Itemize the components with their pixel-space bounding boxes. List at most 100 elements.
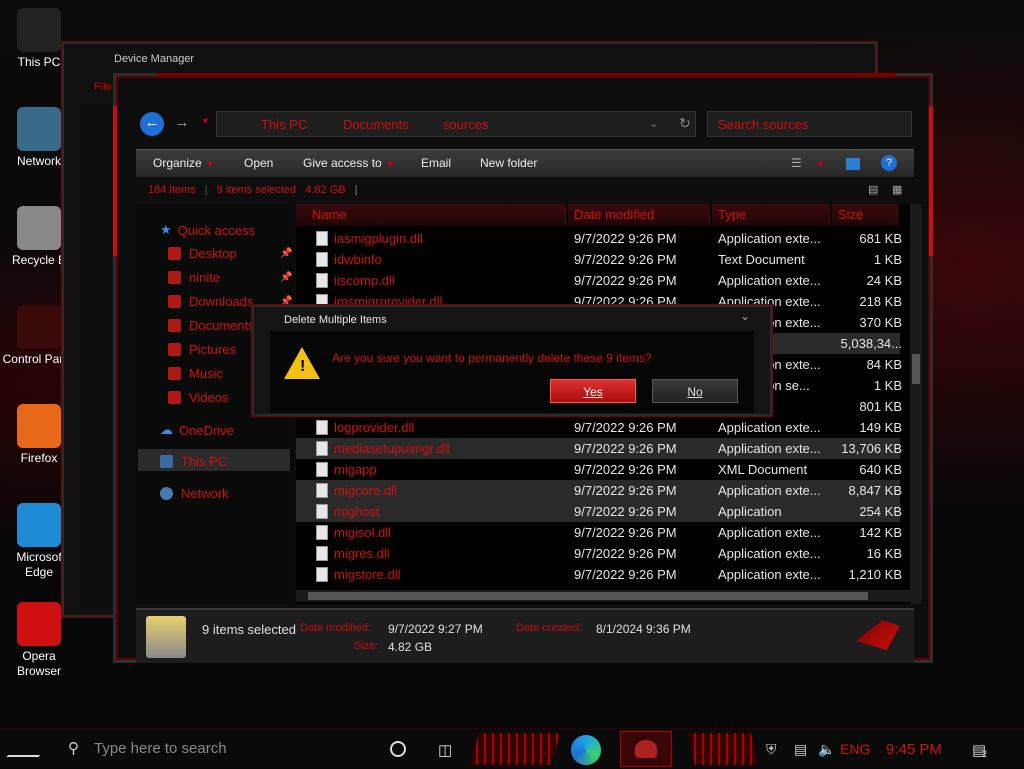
start-button-icon[interactable]: [6, 739, 54, 757]
large-icons-view-icon[interactable]: ▦: [892, 179, 902, 201]
file-type: Application exte...: [718, 483, 821, 498]
breadcrumb-documents[interactable]: Documents: [343, 117, 409, 132]
cortana-icon[interactable]: [390, 741, 406, 757]
give-access-button[interactable]: Give access to ▼: [303, 156, 395, 170]
file-row[interactable]: mediasetupuimgr.dll 9/7/2022 9:26 PM Appli…: [296, 438, 902, 459]
file-row[interactable]: idwbinfo 9/7/2022 9:26 PM Text Document 1 K…: [296, 249, 902, 270]
no-button[interactable]: No: [652, 379, 738, 403]
file-size: 640 KB: [859, 462, 902, 477]
forward-button[interactable]: →: [170, 112, 194, 136]
nav-item-downloads[interactable]: Downloads 📌: [168, 294, 292, 309]
help-icon[interactable]: ?: [881, 155, 897, 171]
file-date: 9/7/2022 9:26 PM: [574, 525, 677, 540]
email-button[interactable]: Email: [421, 156, 451, 170]
window-red-border: [929, 106, 933, 256]
column-header-size[interactable]: Size: [832, 204, 898, 226]
notifications-icon[interactable]: ▤ 2: [972, 741, 988, 759]
file-size: 801 KB: [859, 399, 902, 414]
breadcrumb-sources[interactable]: sources: [443, 117, 489, 132]
dialog-body: ! Are you sure you want to permanently d…: [270, 331, 754, 413]
taskbar-search[interactable]: ⚲ Type here to search: [60, 729, 390, 769]
file-size: 142 KB: [859, 525, 902, 540]
file-date: 9/7/2022 9:26 PM: [574, 441, 677, 456]
app-icon: [17, 107, 61, 151]
nav-item-documents[interactable]: Documents: [168, 318, 255, 333]
file-row[interactable]: iiscomp.dll 9/7/2022 9:26 PM Application e…: [296, 270, 902, 291]
close-icon[interactable]: ⌄: [740, 309, 750, 323]
folder-icon: [168, 319, 181, 332]
horizontal-scrollbar[interactable]: [296, 590, 910, 602]
menu-file[interactable]: File: [94, 81, 112, 93]
details-date-created: 8/1/2024 9:36 PM: [596, 622, 691, 636]
column-header-name[interactable]: Name: [296, 204, 566, 226]
file-row[interactable]: iasmigplugin.dll 9/7/2022 9:26 PM Applicat…: [296, 228, 902, 249]
open-button[interactable]: Open: [244, 156, 273, 170]
nav-item-ninite[interactable]: ninite 📌: [168, 270, 292, 285]
file-name: migapp: [334, 462, 377, 477]
scroll-thumb[interactable]: [912, 354, 920, 384]
file-size: 84 KB: [866, 357, 902, 372]
file-size: 218 KB: [859, 294, 902, 309]
network-tray-icon[interactable]: ▤: [794, 741, 807, 758]
vertical-scrollbar[interactable]: [910, 204, 922, 604]
file-size: 1 KB: [873, 252, 902, 267]
window-top-border: [156, 73, 896, 76]
explorer-taskbar-button[interactable]: [620, 731, 672, 767]
notification-count: 2: [982, 749, 988, 759]
file-size: 370 KB: [859, 315, 902, 330]
search-input[interactable]: Search sources: [707, 111, 912, 137]
file-type: Text Document: [718, 252, 805, 267]
edge-icon[interactable]: [571, 735, 601, 765]
scroll-thumb[interactable]: [308, 592, 868, 600]
address-dropdown-chevron-icon[interactable]: ⌄: [649, 117, 658, 130]
recent-locations-chevron-icon[interactable]: ▼: [201, 116, 210, 126]
column-header-date[interactable]: Date modified: [568, 204, 710, 226]
file-name: migstore.dll: [334, 567, 401, 582]
breadcrumb-this-pc[interactable]: This PC: [261, 117, 307, 132]
taskbar: ⚲ Type here to search ◫ ⛨ ▤ 🔈 ENG 9:45 PM…: [0, 728, 1024, 768]
yes-button[interactable]: Yes: [550, 379, 636, 403]
details-date-modified-label: Date modified:: [300, 622, 371, 634]
preview-pane-icon[interactable]: [846, 158, 860, 170]
clock[interactable]: 9:45 PM: [886, 741, 942, 758]
new-folder-button[interactable]: New folder: [480, 156, 537, 170]
details-size: 4.82 GB: [388, 640, 433, 654]
task-view-icon[interactable]: ◫: [438, 741, 452, 759]
file-row[interactable]: migcore.dll 9/7/2022 9:26 PM Application e…: [296, 480, 902, 501]
volume-muted-icon[interactable]: 🔈: [818, 741, 835, 758]
view-options-icon[interactable]: ☰: [791, 156, 802, 170]
nav-item-music[interactable]: Music: [168, 366, 223, 381]
folder-icon: [168, 271, 181, 284]
file-size: 24 KB: [866, 273, 902, 288]
nav-item-pictures[interactable]: Pictures: [168, 342, 236, 357]
nav-quick-access[interactable]: ★ Quick access: [160, 222, 255, 238]
back-button[interactable]: ←: [140, 112, 164, 136]
address-bar[interactable]: This PC Documents sources ⌄ ↻: [216, 111, 696, 137]
file-date: 9/7/2022 9:26 PM: [574, 567, 677, 582]
nav-network[interactable]: Network: [160, 486, 229, 501]
rog-helmet-icon: [635, 740, 657, 758]
nav-item-videos[interactable]: Videos: [168, 390, 229, 405]
file-row[interactable]: mighost 9/7/2022 9:26 PM Application 254 KB: [296, 501, 902, 522]
file-row[interactable]: logprovider.dll 9/7/2022 9:26 PM Applicati…: [296, 417, 902, 438]
file-icon: [316, 546, 328, 561]
file-row[interactable]: migisol.dll 9/7/2022 9:26 PM Application e…: [296, 522, 902, 543]
security-shield-icon[interactable]: ⛨: [766, 741, 777, 758]
nav-item-desktop[interactable]: Desktop 📌: [168, 246, 292, 261]
nav-this-pc[interactable]: This PC: [160, 454, 227, 469]
file-icon: [316, 420, 328, 435]
file-row[interactable]: migstore.dll 9/7/2022 9:26 PM Application …: [296, 564, 902, 585]
details-view-icon[interactable]: ▤: [868, 179, 878, 201]
language-indicator[interactable]: ENG: [840, 741, 870, 757]
file-type: Application exte...: [718, 546, 821, 561]
nav-onedrive[interactable]: ☁ OneDrive: [160, 422, 234, 438]
refresh-icon[interactable]: ↻: [679, 115, 691, 132]
organize-button[interactable]: Organize ▼: [153, 156, 215, 170]
file-type: Application exte...: [718, 231, 821, 246]
file-type: Application exte...: [718, 441, 821, 456]
view-chevron-icon[interactable]: ▼: [816, 159, 825, 169]
column-header-type[interactable]: Type: [712, 204, 830, 226]
file-name: migisol.dll: [334, 525, 392, 540]
file-row[interactable]: migres.dll 9/7/2022 9:26 PM Application ex…: [296, 543, 902, 564]
file-row[interactable]: migapp 9/7/2022 9:26 PM XML Document 640 KB: [296, 459, 902, 480]
